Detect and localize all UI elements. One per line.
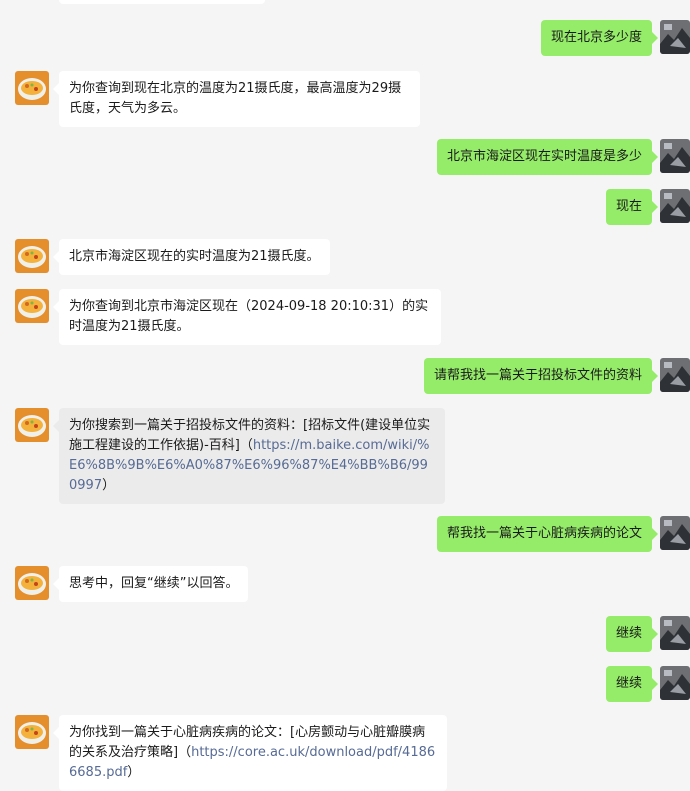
bot-message-bubble[interactable]: 北京市海淀区现在的实时温度为21摄氏度。	[53, 239, 330, 275]
message-text: 思考中，回复“继续”以回答。	[69, 576, 239, 591]
bot-avatar[interactable]	[15, 289, 49, 323]
message-text: 继续	[615, 676, 642, 691]
user-avatar[interactable]	[660, 20, 690, 54]
user-avatar[interactable]	[660, 516, 690, 550]
message-text: 为你查询到北京市海淀区现在（2024-09-18 20:10:31）的实时温度为…	[69, 299, 429, 334]
user-avatar[interactable]	[660, 358, 690, 392]
user-avatar[interactable]	[660, 666, 690, 700]
message-text: 北京市海淀区现在实时温度是多少	[446, 149, 642, 164]
bot-message-bubble[interactable]: 为你查询到现在北京的温度为21摄氏度，最高温度为29摄氏度，天气为多云。	[53, 71, 420, 127]
message-text: 北京市海淀区现在的实时温度为21摄氏度。	[69, 249, 320, 264]
message-text: 继续	[615, 626, 642, 641]
user-message-bubble[interactable]: 继续	[605, 616, 659, 652]
user-message-bubble[interactable]: 现在	[605, 189, 659, 225]
bot-avatar[interactable]	[15, 566, 49, 600]
user-avatar[interactable]	[660, 616, 690, 650]
message-text: ）	[127, 765, 141, 780]
bot-message-bubble[interactable]: 为你搜索到一篇关于招投标文件的资料：[招标文件(建设单位实施工程建设的工作依据)…	[53, 408, 445, 504]
user-message-bubble[interactable]: 帮我找一篇关于心脏病疾病的论文	[436, 516, 659, 552]
message-text: 请帮我找一篇关于招投标文件的资料	[433, 368, 642, 383]
user-avatar[interactable]	[660, 139, 690, 173]
bot-message-bubble[interactable]: 为你找到一篇关于心脏病疾病的论文：[心房颤动与心脏瓣膜病的关系及治疗策略]（ht…	[53, 715, 447, 791]
message-text: 帮我找一篇关于心脏病疾病的论文	[446, 526, 642, 541]
user-message-bubble[interactable]: 继续	[605, 666, 659, 702]
user-avatar[interactable]	[660, 189, 690, 223]
user-message-bubble[interactable]: 请帮我找一篇关于招投标文件的资料	[423, 358, 659, 394]
bot-avatar[interactable]	[15, 239, 49, 273]
bot-message-bubble[interactable]: 为你查询到北京市海淀区现在（2024-09-18 20:10:31）的实时温度为…	[53, 289, 441, 345]
message-text: 现在	[615, 199, 642, 214]
message-text: 为你查询到现在北京的温度为21摄氏度，最高温度为29摄氏度，天气为多云。	[69, 81, 402, 116]
bot-avatar[interactable]	[15, 71, 49, 105]
bot-avatar[interactable]	[15, 715, 49, 749]
message-text: 现在北京多少度	[550, 30, 642, 45]
bot-avatar[interactable]	[15, 408, 49, 442]
previous-message-bubble	[59, 0, 265, 4]
user-message-bubble[interactable]: 北京市海淀区现在实时温度是多少	[436, 139, 659, 175]
bot-message-bubble[interactable]: 思考中，回复“继续”以回答。	[52, 566, 249, 602]
message-text: ）	[102, 478, 116, 493]
user-message-bubble[interactable]: 现在北京多少度	[540, 20, 659, 56]
